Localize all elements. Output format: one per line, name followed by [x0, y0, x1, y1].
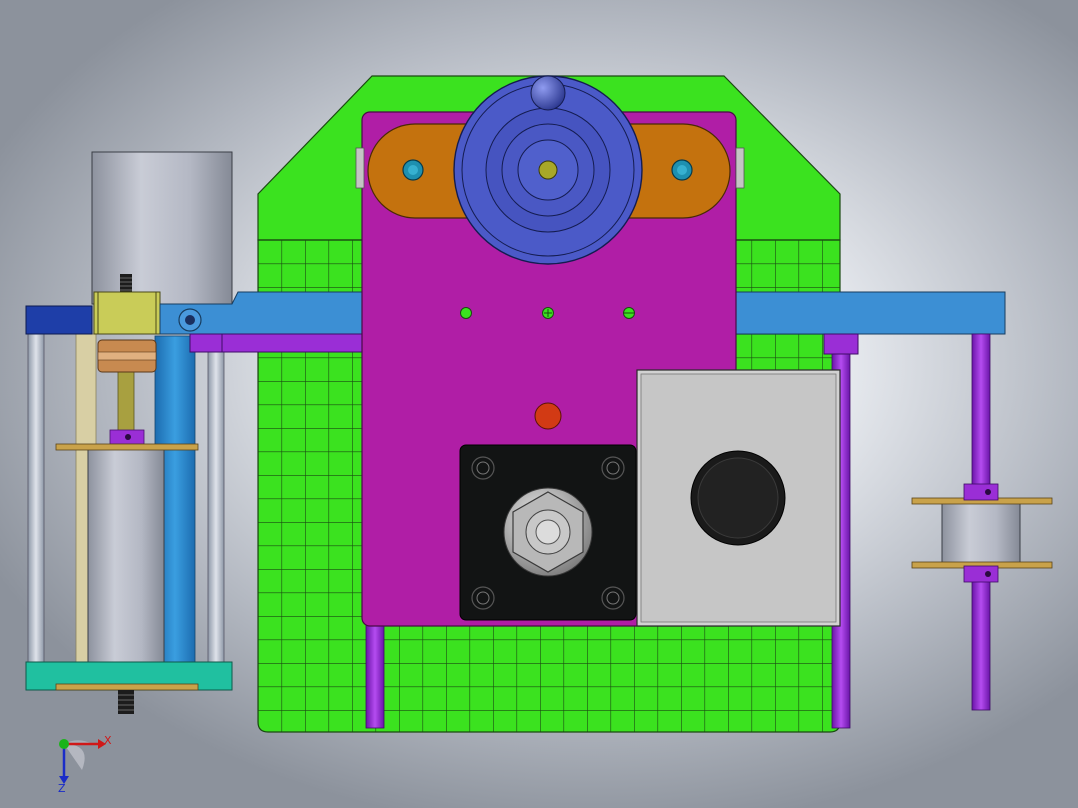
side-tab-left	[355, 147, 365, 189]
gold-plate-lower	[55, 683, 199, 691]
cad-model-view[interactable]: X Z	[0, 0, 1078, 808]
rod-bracket-right	[823, 333, 859, 355]
right-pulley-assembly[interactable]	[911, 333, 1053, 711]
z-axis-label: Z	[58, 782, 66, 795]
top-screw	[120, 274, 132, 294]
pulley-drum[interactable]	[941, 499, 1021, 567]
dark-blue-bracket[interactable]	[25, 305, 93, 335]
left-gripper-assembly[interactable]	[25, 151, 233, 714]
plate-hole-left	[460, 307, 472, 319]
pulley-collar-bottom[interactable]	[963, 565, 999, 583]
guide-rod-right[interactable]	[207, 333, 225, 665]
yellow-clamp-block[interactable]	[93, 291, 161, 335]
orientation-triad[interactable]: X Z	[58, 734, 112, 795]
pulley-collar-top[interactable]	[963, 483, 999, 501]
gold-plate-upper	[55, 443, 199, 451]
upper-cylinder[interactable]	[91, 151, 233, 305]
purple-strip-left	[189, 333, 363, 353]
side-tab-right	[735, 147, 745, 189]
y-axis-dot	[59, 739, 69, 749]
motor-box[interactable]	[636, 369, 841, 627]
cad-viewport[interactable]: X Z	[0, 0, 1078, 808]
red-indicator[interactable]	[534, 402, 562, 430]
wheel-axle[interactable]	[538, 160, 558, 180]
top-ball[interactable]	[530, 75, 566, 111]
lower-cylinder[interactable]	[87, 447, 165, 689]
guide-rod-left[interactable]	[27, 333, 45, 665]
x-axis-label: X	[104, 734, 112, 747]
threaded-shaft	[117, 363, 135, 441]
motor-mount-plate[interactable]	[459, 444, 637, 621]
